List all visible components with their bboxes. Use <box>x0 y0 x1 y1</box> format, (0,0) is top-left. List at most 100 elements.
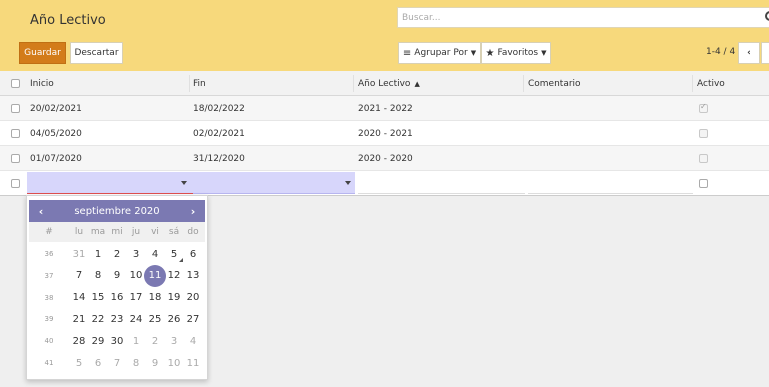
favorites-button[interactable]: ★ Favoritos ▼ <box>481 42 551 64</box>
row-checkbox[interactable] <box>11 154 20 163</box>
group-by-button[interactable]: ≡ Agrupar Por ▼ <box>398 42 481 64</box>
column-divider[interactable] <box>189 75 190 92</box>
weekday-label: ma <box>90 227 106 237</box>
day-cell[interactable]: 13 <box>183 266 203 286</box>
column-header-comentario[interactable]: Comentario <box>528 71 693 96</box>
week-number: 38 <box>44 293 54 302</box>
active-checkbox <box>699 129 708 138</box>
cell-anio-lectivo: 2021 - 2022 <box>358 103 413 114</box>
weekday-label: lu <box>74 227 84 237</box>
day-cell[interactable]: 25 <box>145 309 165 329</box>
day-cell[interactable]: 26 <box>164 309 184 329</box>
day-cell[interactable]: 3 <box>126 244 146 264</box>
day-cell[interactable]: 14 <box>69 288 89 308</box>
control-panel: Año Lectivo Guardar Descartar ≡ Agrupar … <box>0 0 769 71</box>
day-cell[interactable]: 4 <box>183 331 203 351</box>
day-cell[interactable]: 18 <box>145 288 165 308</box>
day-cell[interactable]: 1 <box>126 331 146 351</box>
day-cell[interactable]: 12 <box>164 266 184 286</box>
pager-value[interactable]: 1-4 / 4 <box>706 47 735 57</box>
star-icon: ★ <box>485 47 495 59</box>
day-cell[interactable]: 9 <box>107 266 127 286</box>
day-cell[interactable]: 21 <box>69 309 89 329</box>
day-cell[interactable]: 23 <box>107 309 127 329</box>
day-cell[interactable]: 1 <box>88 244 108 264</box>
day-cell[interactable]: 15 <box>88 288 108 308</box>
day-cell[interactable]: 16 <box>107 288 127 308</box>
day-cell[interactable]: 5 <box>164 244 184 264</box>
day-cell[interactable]: 24 <box>126 309 146 329</box>
day-cell[interactable]: 27 <box>183 309 203 329</box>
select-all-checkbox[interactable] <box>11 79 20 88</box>
previous-month-button[interactable]: ‹ <box>29 200 53 222</box>
day-cell[interactable]: 9 <box>145 353 165 373</box>
row-checkbox[interactable] <box>11 104 20 113</box>
day-cell[interactable]: 29 <box>88 331 108 351</box>
search-box[interactable] <box>397 7 769 28</box>
search-icon[interactable] <box>765 11 769 21</box>
table-row[interactable]: 04/05/2020 02/02/2021 2020 - 2021 <box>0 121 769 146</box>
day-cell[interactable]: 19 <box>164 288 184 308</box>
day-cell[interactable]: 28 <box>69 331 89 351</box>
day-cell[interactable]: 6 <box>88 353 108 373</box>
day-cell[interactable]: 7 <box>69 266 89 286</box>
day-cell[interactable]: 2 <box>107 244 127 264</box>
day-cell[interactable]: 10 <box>126 266 146 286</box>
datepicker-header: ‹ septiembre 2020 › <box>29 200 205 222</box>
table-header: Inicio Fin Año Lectivo ▲ Comentario Acti… <box>0 71 769 96</box>
day-cell[interactable]: 31 <box>69 244 89 264</box>
pager-previous-button[interactable]: ‹ <box>738 42 760 64</box>
column-divider[interactable] <box>523 75 524 92</box>
inicio-date-input[interactable] <box>27 172 193 194</box>
save-button[interactable]: Guardar <box>19 42 66 64</box>
discard-button[interactable]: Descartar <box>70 42 123 64</box>
pager-next-button[interactable]: › <box>761 42 769 64</box>
weekday-label: ju <box>131 227 141 237</box>
datepicker-popup: ‹ septiembre 2020 › # lu ma mi ju vi sá do 36 31… <box>26 195 208 380</box>
sort-ascending-icon: ▲ <box>414 79 420 88</box>
column-divider[interactable] <box>353 75 354 92</box>
anio-lectivo-input[interactable] <box>358 172 525 194</box>
cell-inicio: 01/07/2020 <box>30 153 82 164</box>
day-cell[interactable]: 22 <box>88 309 108 329</box>
day-cell[interactable]: 20 <box>183 288 203 308</box>
row-checkbox[interactable] <box>11 129 20 138</box>
day-cell[interactable]: 4 <box>145 244 165 264</box>
day-cell[interactable]: 5 <box>69 353 89 373</box>
next-month-button[interactable]: › <box>181 200 205 222</box>
table-row[interactable]: 01/07/2020 31/12/2020 2020 - 2020 <box>0 146 769 171</box>
comentario-input[interactable] <box>528 172 693 194</box>
datepicker-weekday-row: # lu ma mi ju vi sá do <box>29 222 205 242</box>
weekday-label: vi <box>151 227 159 237</box>
day-cell[interactable]: 10 <box>164 353 184 373</box>
day-cell[interactable]: 17 <box>126 288 146 308</box>
column-divider[interactable] <box>692 75 693 92</box>
day-cell[interactable]: 6 <box>183 244 203 264</box>
week-number: 37 <box>44 271 54 280</box>
column-header-inicio[interactable]: Inicio <box>30 71 190 96</box>
editable-row[interactable] <box>0 171 769 196</box>
column-header-anio-lectivo[interactable]: Año Lectivo ▲ <box>358 71 523 96</box>
selected-day[interactable]: 11 <box>144 264 166 287</box>
day-cell[interactable]: 8 <box>126 353 146 373</box>
row-checkbox[interactable] <box>11 179 20 188</box>
day-cell[interactable]: 7 <box>107 353 127 373</box>
datepicker-month-label[interactable]: septiembre 2020 <box>74 206 159 217</box>
active-checkbox[interactable] <box>699 179 708 188</box>
day-cell[interactable]: 11 <box>183 353 203 373</box>
day-cell[interactable]: 30 <box>107 331 127 351</box>
day-cell[interactable]: 2 <box>145 331 165 351</box>
cell-inicio: 04/05/2020 <box>30 128 82 139</box>
column-header-fin[interactable]: Fin <box>193 71 353 96</box>
cell-fin: 02/02/2021 <box>193 128 245 139</box>
cell-fin: 18/02/2022 <box>193 103 245 114</box>
cell-anio-lectivo: 2020 - 2020 <box>358 153 413 164</box>
search-input[interactable] <box>402 10 742 25</box>
table-row[interactable]: 20/02/2021 18/02/2022 2021 - 2022 <box>0 96 769 121</box>
week-number-header: # <box>45 227 53 237</box>
cell-comentario <box>528 121 693 146</box>
day-cell[interactable]: 8 <box>88 266 108 286</box>
fin-date-input[interactable] <box>193 172 355 194</box>
column-header-activo[interactable]: Activo <box>697 71 769 96</box>
day-cell[interactable]: 3 <box>164 331 184 351</box>
